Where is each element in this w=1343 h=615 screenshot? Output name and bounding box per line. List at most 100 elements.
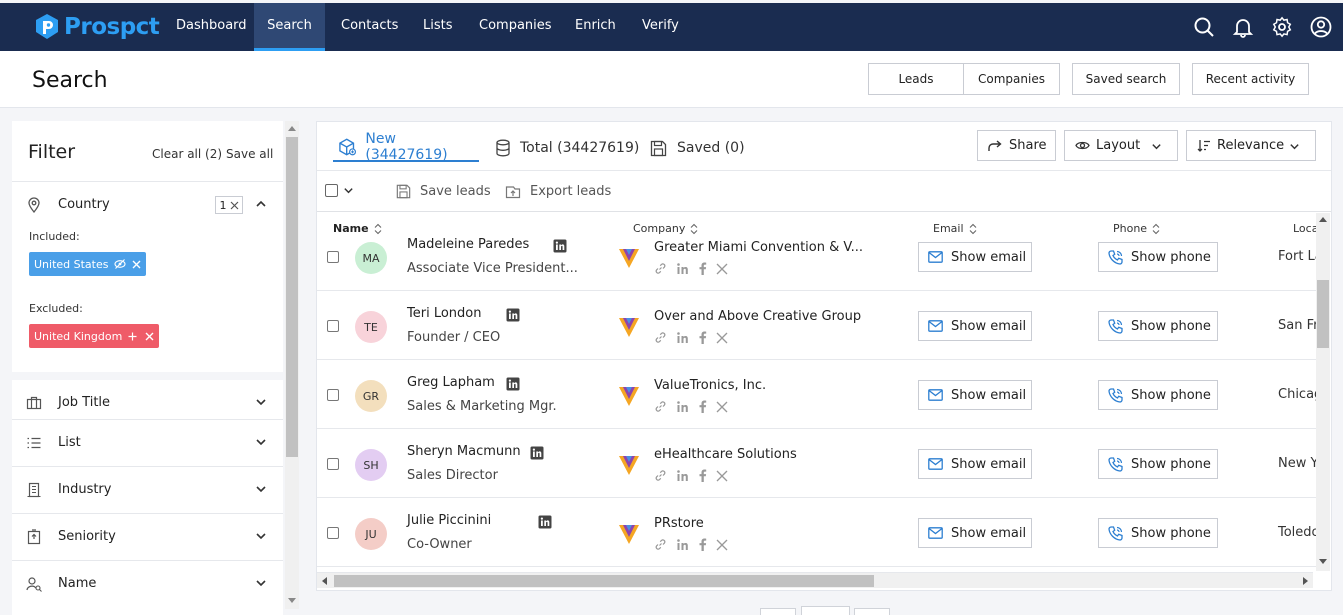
tab-new[interactable]: New (34427619) xyxy=(333,131,479,163)
company-name[interactable]: eHealthcare Solutions xyxy=(654,447,797,462)
name-filter[interactable]: Name xyxy=(12,560,283,615)
job-title-filter[interactable]: Job Title xyxy=(12,372,283,419)
table-row[interactable]: SH Sheryn Macmunn Sales Director eHealthcar… xyxy=(317,429,1318,498)
x-twitter-icon[interactable] xyxy=(716,401,728,413)
row-checkbox[interactable] xyxy=(327,527,339,539)
recent-activity-button[interactable]: Recent activity xyxy=(1192,63,1309,95)
chevron-down-icon[interactable] xyxy=(255,530,267,542)
show-phone-button[interactable]: Show phone xyxy=(1098,242,1218,272)
pagination-current[interactable] xyxy=(801,606,850,615)
link-icon[interactable] xyxy=(654,469,667,482)
show-email-button[interactable]: Show email xyxy=(918,380,1032,410)
seniority-filter[interactable]: Seniority xyxy=(12,513,283,560)
results-scrollbar[interactable] xyxy=(1316,213,1330,571)
country-count-badge[interactable]: 1 xyxy=(215,196,243,214)
x-twitter-icon[interactable] xyxy=(716,263,728,275)
row-checkbox[interactable] xyxy=(327,251,339,263)
show-email-button[interactable]: Show email xyxy=(918,242,1032,272)
lead-name[interactable]: Julie Piccinini xyxy=(407,513,491,528)
filter-scrollbar[interactable] xyxy=(285,121,299,609)
pagination-next[interactable] xyxy=(854,608,890,615)
filter-scroll-thumb[interactable] xyxy=(286,137,298,457)
clear-all-link[interactable]: Clear all (2) xyxy=(152,147,222,161)
nav-search[interactable]: Search xyxy=(254,3,325,51)
scroll-down-arrow-icon[interactable] xyxy=(1319,559,1327,565)
layout-button[interactable]: Layout xyxy=(1064,130,1178,161)
link-icon[interactable] xyxy=(654,400,667,413)
leads-segment-button[interactable]: Leads xyxy=(868,63,964,95)
chevron-up-icon[interactable] xyxy=(255,198,267,210)
company-name[interactable]: Over and Above Creative Group xyxy=(654,309,861,324)
lead-name[interactable]: Greg Lapham xyxy=(407,375,495,390)
row-checkbox[interactable] xyxy=(327,458,339,470)
row-checkbox[interactable] xyxy=(327,320,339,332)
remove-icon[interactable] xyxy=(132,260,141,269)
nav-lists[interactable]: Lists xyxy=(407,3,469,51)
link-icon[interactable] xyxy=(654,331,667,344)
user-circle-icon[interactable] xyxy=(1310,16,1332,38)
facebook-icon[interactable] xyxy=(698,400,707,413)
nav-companies[interactable]: Companies xyxy=(463,3,568,51)
row-checkbox[interactable] xyxy=(327,389,339,401)
companies-segment-button[interactable]: Companies xyxy=(963,63,1060,95)
lead-name[interactable]: Teri London xyxy=(407,306,481,321)
linkedin-icon[interactable] xyxy=(676,469,689,482)
table-row[interactable]: MA Madeleine Paredes Associate Vice Presid… xyxy=(317,222,1323,291)
company-name[interactable]: ValueTronics, Inc. xyxy=(654,378,766,393)
remove-icon[interactable] xyxy=(145,332,154,341)
scroll-up-arrow-icon[interactable] xyxy=(1319,216,1327,222)
chevron-down-icon[interactable] xyxy=(255,483,267,495)
show-phone-button[interactable]: Show phone xyxy=(1098,449,1218,479)
sort-relevance-dropdown[interactable]: Relevance xyxy=(1186,130,1316,161)
link-icon[interactable] xyxy=(654,262,667,275)
x-twitter-icon[interactable] xyxy=(716,332,728,344)
show-phone-button[interactable]: Show phone xyxy=(1098,380,1218,410)
show-email-button[interactable]: Show email xyxy=(918,518,1032,548)
facebook-icon[interactable] xyxy=(698,538,707,551)
x-twitter-icon[interactable] xyxy=(716,470,728,482)
country-label[interactable]: Country xyxy=(58,197,110,212)
table-row[interactable]: GR Greg Lapham Sales & Marketing Mgr. Value… xyxy=(317,360,1322,429)
tab-total[interactable]: Total (34427619) xyxy=(495,134,639,162)
save-leads-button[interactable]: Save leads xyxy=(396,184,491,199)
search-icon[interactable] xyxy=(1193,16,1215,38)
link-icon[interactable] xyxy=(654,538,667,551)
plus-icon[interactable] xyxy=(128,332,137,341)
lead-name[interactable]: Madeleine Paredes xyxy=(407,237,529,252)
table-row[interactable]: JU Julie Piccinini Co-Owner PRstore Show ema… xyxy=(317,498,1320,567)
scroll-right-arrow-icon[interactable] xyxy=(1303,577,1309,585)
scroll-up-arrow-icon[interactable] xyxy=(288,125,296,131)
export-leads-button[interactable]: Export leads xyxy=(505,184,611,199)
facebook-icon[interactable] xyxy=(698,469,707,482)
lead-name[interactable]: Sheryn Macmunn xyxy=(407,444,521,459)
gear-icon[interactable] xyxy=(1271,16,1293,38)
bell-icon[interactable] xyxy=(1232,16,1254,38)
eye-off-icon[interactable] xyxy=(113,258,126,270)
saved-search-button[interactable]: Saved search xyxy=(1072,63,1180,95)
show-phone-button[interactable]: Show phone xyxy=(1098,311,1218,341)
results-horizontal-scrollbar[interactable] xyxy=(317,572,1313,588)
pagination-prev[interactable] xyxy=(760,608,796,615)
nav-contacts[interactable]: Contacts xyxy=(325,3,414,51)
linkedin-icon[interactable] xyxy=(676,538,689,551)
select-all-dropdown[interactable] xyxy=(325,184,354,197)
linkedin-icon[interactable] xyxy=(676,400,689,413)
share-button[interactable]: Share xyxy=(977,130,1056,161)
nav-verify[interactable]: Verify xyxy=(626,3,695,51)
chevron-down-icon[interactable] xyxy=(255,577,267,589)
industry-filter[interactable]: Industry xyxy=(12,466,283,513)
scroll-left-arrow-icon[interactable] xyxy=(321,577,327,585)
select-all-checkbox[interactable] xyxy=(325,184,338,197)
linkedin-icon[interactable] xyxy=(676,262,689,275)
linkedin-icon[interactable] xyxy=(676,331,689,344)
close-icon[interactable] xyxy=(230,201,239,210)
show-phone-button[interactable]: Show phone xyxy=(1098,518,1218,548)
show-email-button[interactable]: Show email xyxy=(918,449,1032,479)
results-scroll-thumb[interactable] xyxy=(1317,280,1329,348)
tab-saved[interactable]: Saved (0) xyxy=(650,134,745,162)
facebook-icon[interactable] xyxy=(698,331,707,344)
save-all-link[interactable]: Save all xyxy=(226,147,273,161)
chevron-down-icon[interactable] xyxy=(255,436,267,448)
nav-dashboard[interactable]: Dashboard xyxy=(160,3,263,51)
chevron-down-icon[interactable] xyxy=(255,396,267,408)
